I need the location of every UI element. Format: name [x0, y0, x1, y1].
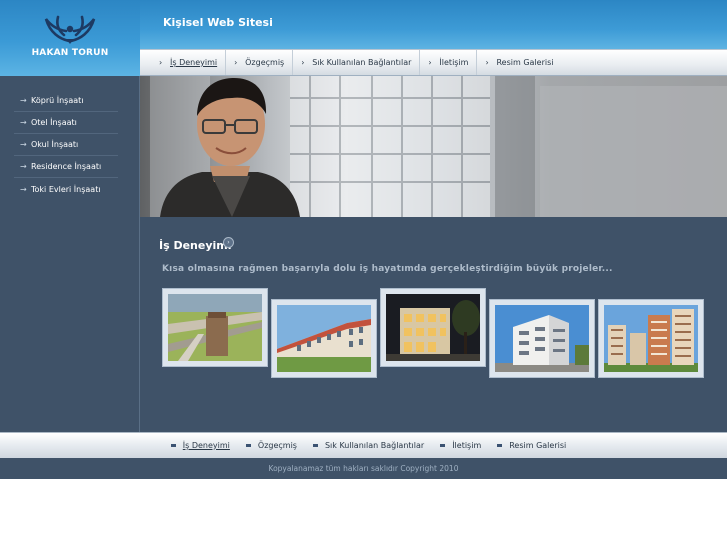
school-photo	[277, 305, 371, 372]
footer-link-label: İş Deneyimi	[182, 441, 230, 450]
tab-baglantilar[interactable]: › Sık Kullanılan Bağlantılar	[293, 50, 421, 75]
sidebar-item-kopru[interactable]: → Köprü İnşaatı	[14, 90, 118, 112]
sidebar-item-label: Toki Evleri İnşaatı	[31, 184, 101, 194]
sidebar-item-okul[interactable]: → Okul İnşaatı	[14, 134, 118, 156]
residence-photo	[495, 305, 589, 372]
project-thumb-hotel[interactable]	[380, 288, 486, 367]
hero-banner	[140, 76, 727, 217]
footer-nav: İş Deneyimi Özgeçmiş Sık Kullanılan Bağl…	[0, 432, 727, 458]
arrow-right-icon: →	[20, 162, 27, 171]
bullet-icon	[497, 444, 503, 447]
bullet-icon	[245, 444, 251, 447]
main-content: İş Deneyimi › Kısa olmasına rağmen başar…	[140, 217, 727, 432]
tab-label: İletişim	[439, 58, 469, 67]
arrow-right-icon: →	[20, 184, 27, 194]
section-title: İş Deneyimi	[159, 239, 232, 252]
sidebar-menu: → Köprü İnşaatı → Otel İnşaatı → Okul İnşaa…	[14, 90, 118, 200]
tab-label: Resim Galerisi	[496, 58, 554, 67]
chevron-right-icon: ›	[428, 58, 432, 67]
bridge-photo	[168, 294, 262, 361]
tab-label: Sık Kullanılan Bağlantılar	[312, 58, 412, 67]
tab-is-deneyimi[interactable]: › İş Deneyimi	[140, 50, 227, 75]
page: HAKAN TORUN → Köprü İnşaatı → Otel İnşaatı…	[0, 0, 727, 545]
footer-link-label: Resim Galerisi	[509, 441, 567, 450]
project-thumb-school[interactable]	[271, 299, 377, 378]
bullet-icon	[440, 444, 446, 447]
site-header: Kişisel Web Sitesi	[140, 0, 727, 49]
footer-link-label: Sık Kullanılan Bağlantılar	[324, 441, 425, 450]
hotel-photo	[386, 294, 480, 361]
chevron-right-icon[interactable]: ›	[223, 237, 234, 248]
sidebar-item-toki[interactable]: → Toki Evleri İnşaatı	[14, 178, 118, 200]
chevron-right-icon: ›	[159, 58, 163, 67]
project-thumb-bridge[interactable]	[162, 288, 268, 367]
project-thumb-residence[interactable]	[489, 299, 595, 378]
sidebar-item-label: Residence İnşaatı	[31, 162, 102, 171]
sidebar-item-label: Okul İnşaatı	[31, 140, 79, 149]
logo-name: HAKAN TORUN	[31, 48, 109, 58]
footer-link-baglantilar[interactable]: Sık Kullanılan Bağlantılar	[312, 433, 425, 458]
footer: Kopyalanamaz tüm hakları saklıdır Copyri…	[0, 458, 727, 479]
copyright-text: Kopyalanamaz tüm hakları saklıdır Copyri…	[268, 464, 459, 473]
footer-link-is-deneyimi[interactable]: İş Deneyimi	[170, 433, 230, 458]
tab-iletisim[interactable]: › İletişim	[420, 50, 478, 75]
footer-link-ozgecmis[interactable]: Özgeçmiş	[245, 433, 297, 458]
tab-label: Özgeçmiş	[245, 58, 285, 67]
footer-link-label: Özgeçmiş	[257, 441, 297, 450]
section-lead: Kısa olmasına rağmen başarıyla dolu iş h…	[162, 264, 613, 274]
tab-ozgecmis[interactable]: › Özgeçmiş	[226, 50, 294, 75]
sidebar-item-otel[interactable]: → Otel İnşaatı	[14, 112, 118, 134]
top-nav: › İş Deneyimi › Özgeçmiş › Sık Kullanılan B…	[140, 49, 727, 76]
footer-link-resim-galerisi[interactable]: Resim Galerisi	[497, 433, 566, 458]
toki-buildings-photo	[604, 305, 698, 372]
arrow-right-icon: →	[20, 118, 27, 127]
sidebar: HAKAN TORUN → Köprü İnşaatı → Otel İnşaatı…	[0, 0, 140, 432]
chevron-right-icon: ›	[301, 58, 305, 67]
sidebar-item-label: Otel İnşaatı	[31, 118, 77, 127]
site-title: Kişisel Web Sitesi	[163, 16, 273, 29]
logo[interactable]: HAKAN TORUN	[0, 0, 140, 76]
eagle-emblem-icon	[44, 15, 96, 44]
footer-link-iletisim[interactable]: İletişim	[440, 433, 481, 458]
tab-label: İş Deneyimi	[170, 58, 218, 67]
footer-link-label: İletişim	[452, 441, 482, 450]
chevron-right-icon: ›	[234, 58, 238, 67]
arrow-right-icon: →	[20, 96, 27, 105]
chevron-right-icon: ›	[485, 58, 489, 67]
arrow-right-icon: →	[20, 140, 27, 149]
project-thumb-toki[interactable]	[598, 299, 704, 378]
bullet-icon	[170, 444, 176, 447]
sidebar-item-label: Köprü İnşaatı	[31, 96, 84, 105]
tab-resim-galerisi[interactable]: › Resim Galerisi	[477, 50, 561, 75]
bullet-icon	[312, 444, 318, 447]
sidebar-item-residence[interactable]: → Residence İnşaatı	[14, 156, 118, 178]
hero-photo	[150, 76, 727, 217]
